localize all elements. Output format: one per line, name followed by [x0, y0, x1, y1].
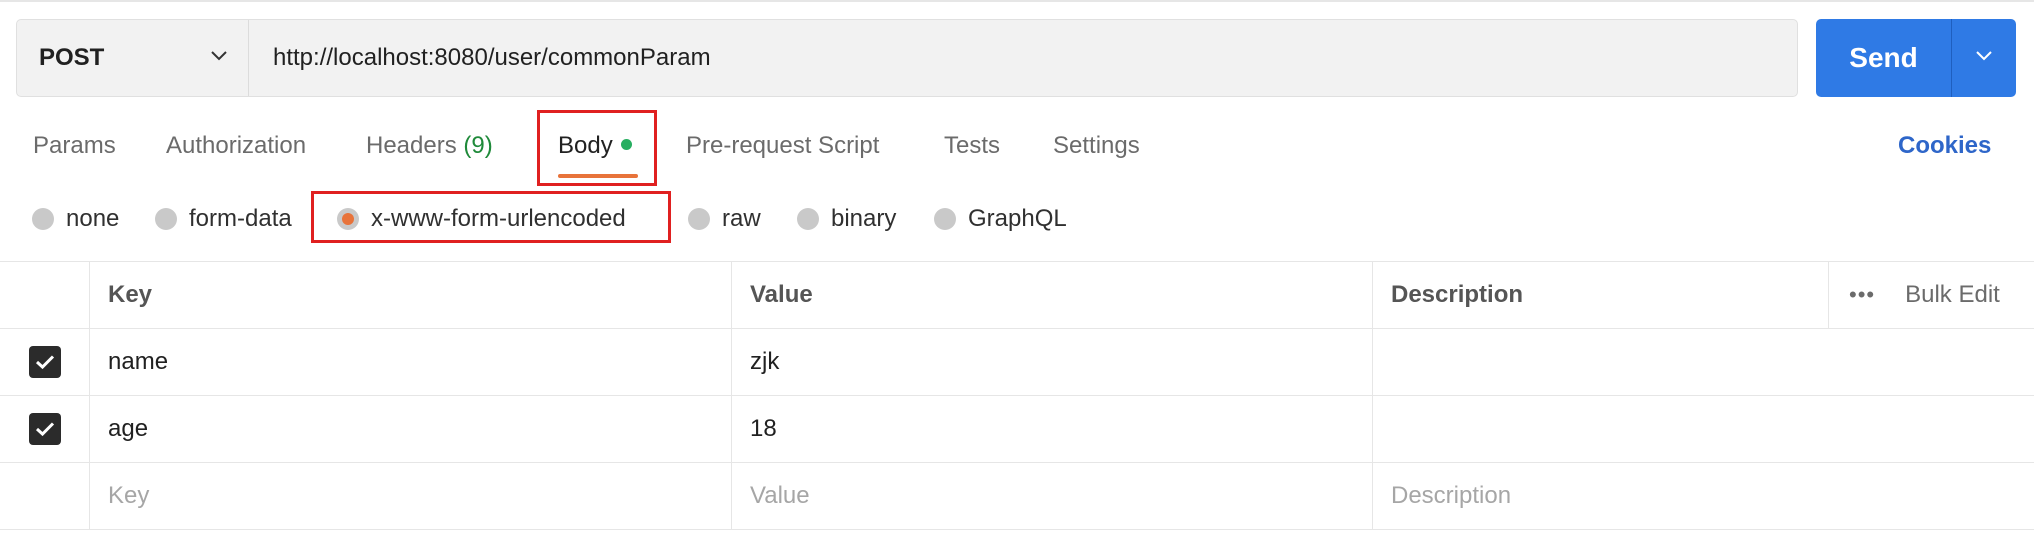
radio-circle: [155, 208, 177, 230]
tab-tests[interactable]: Tests: [944, 132, 1000, 160]
send-options-button[interactable]: [1952, 19, 2016, 97]
method-label: POST: [39, 44, 105, 71]
row-checkbox-cell: [0, 463, 89, 529]
row-actions-cell: [1828, 396, 2034, 462]
tab-authorization[interactable]: Authorization: [166, 132, 306, 160]
header-key: Key: [89, 262, 731, 328]
new-key-placeholder[interactable]: Key: [89, 463, 731, 529]
header-actions: ••• Bulk Edit: [1828, 262, 2034, 328]
radio-form-data[interactable]: form-data: [155, 205, 292, 233]
checkmark-icon: [35, 422, 54, 437]
method-dropdown[interactable]: POST: [17, 20, 249, 96]
radio-label: none: [66, 205, 120, 232]
table-new-row: Key Value Description: [0, 462, 2034, 530]
radio-binary[interactable]: binary: [797, 205, 896, 233]
checkmark-icon: [35, 355, 54, 370]
top-divider: [0, 0, 2034, 2]
request-bar: POST: [16, 19, 1798, 97]
params-table: Key Value Description ••• Bulk Edit name…: [0, 261, 2034, 530]
tab-headers-label: Headers: [366, 132, 457, 159]
radio-circle: [688, 208, 710, 230]
radio-raw[interactable]: raw: [688, 205, 761, 233]
headers-count: (9): [463, 132, 493, 159]
tab-params[interactable]: Params: [33, 132, 116, 160]
request-tabs: Params Authorization Headers (9) Body Pr…: [0, 118, 2034, 178]
radio-graphql[interactable]: GraphQL: [934, 205, 1067, 233]
url-field-wrap: [249, 20, 1797, 96]
row-checkbox[interactable]: [28, 413, 61, 445]
radio-label: raw: [722, 205, 761, 232]
row-actions-cell: [1828, 329, 2034, 395]
highlight-box-urlencoded: [311, 191, 671, 243]
tab-headers[interactable]: Headers (9): [366, 132, 493, 160]
radio-label: form-data: [189, 205, 292, 232]
radio-label: binary: [831, 205, 897, 232]
row-actions-cell: [1828, 463, 2034, 529]
send-button[interactable]: Send: [1816, 19, 1951, 97]
radio-none[interactable]: none: [32, 205, 119, 233]
header-value: Value: [731, 262, 1372, 328]
header-description: Description: [1372, 262, 1828, 328]
table-header-row: Key Value Description ••• Bulk Edit: [0, 261, 2034, 328]
row-description[interactable]: [1372, 396, 1828, 462]
row-checkbox-cell: [0, 329, 89, 395]
radio-label: GraphQL: [968, 205, 1067, 232]
cookies-link[interactable]: Cookies: [1898, 132, 1991, 160]
row-description[interactable]: [1372, 329, 1828, 395]
table-row: age 18: [0, 395, 2034, 462]
radio-circle: [32, 208, 54, 230]
row-key[interactable]: name: [89, 329, 731, 395]
new-description-placeholder[interactable]: Description: [1372, 463, 1828, 529]
tab-prerequest-script[interactable]: Pre-request Script: [686, 132, 879, 160]
radio-circle: [934, 208, 956, 230]
header-checkbox-cell: [0, 262, 89, 328]
send-button-group: Send: [1816, 19, 2016, 97]
table-row: name zjk: [0, 328, 2034, 395]
row-value[interactable]: zjk: [731, 329, 1372, 395]
url-input[interactable]: [271, 43, 1797, 73]
row-value[interactable]: 18: [731, 396, 1372, 462]
more-options-icon[interactable]: •••: [1849, 282, 1875, 308]
new-value-placeholder[interactable]: Value: [731, 463, 1372, 529]
highlight-box-body-tab: [537, 110, 657, 186]
chevron-down-icon: [210, 49, 228, 67]
row-checkbox[interactable]: [28, 346, 61, 378]
row-checkbox-cell: [0, 396, 89, 462]
radio-circle: [797, 208, 819, 230]
row-key[interactable]: age: [89, 396, 731, 462]
tab-settings[interactable]: Settings: [1053, 132, 1140, 160]
bulk-edit-button[interactable]: Bulk Edit: [1905, 281, 2000, 309]
chevron-down-icon: [1975, 49, 1993, 67]
